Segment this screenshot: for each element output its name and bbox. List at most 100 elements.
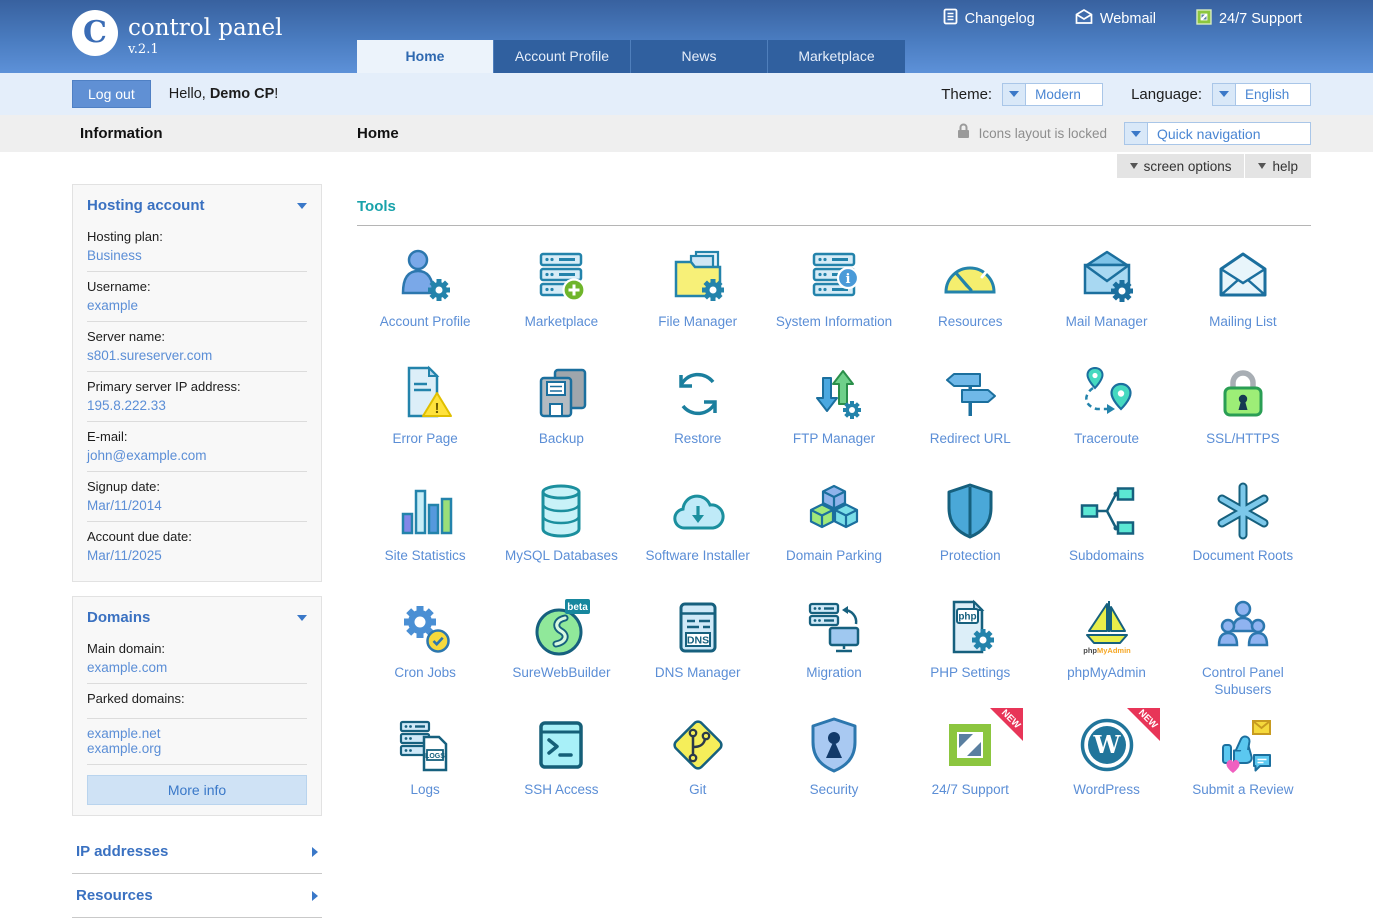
tool-wordpress[interactable]: W NEW WordPress (1038, 704, 1174, 821)
tool-domain-parking[interactable]: Domain Parking (766, 470, 902, 587)
tool-cron-jobs[interactable]: Cron Jobs (357, 587, 493, 704)
ftp-manager-icon (802, 362, 866, 426)
tool-mysql-databases[interactable]: MySQL Databases (493, 470, 629, 587)
field-parked-domains-label: Parked domains: (87, 684, 307, 719)
tool-ssh-access[interactable]: SSH Access (493, 704, 629, 821)
changelog-link[interactable]: Changelog (943, 8, 1035, 29)
cron-jobs-icon (393, 596, 457, 660)
tool-software-installer[interactable]: Software Installer (630, 470, 766, 587)
tool-ssl-https[interactable]: SSL/HTTPS (1175, 353, 1311, 470)
svg-text:!: ! (435, 400, 440, 417)
more-info-button[interactable]: More info (87, 775, 307, 805)
backup-icon (529, 362, 593, 426)
phpmyadmin-icon: phpMyAdmin (1075, 596, 1139, 660)
tool-submit-a-review[interactable]: Submit a Review (1175, 704, 1311, 821)
tool-error-page[interactable]: ! Error Page (357, 353, 493, 470)
tool-document-roots[interactable]: Document Roots (1175, 470, 1311, 587)
svg-text:W: W (1092, 730, 1121, 759)
tool-traceroute[interactable]: Traceroute (1038, 353, 1174, 470)
tool-php-settings[interactable]: php PHP Settings (902, 587, 1038, 704)
svg-text:php: php (959, 612, 977, 623)
sidebar-title: Information (0, 125, 357, 142)
tab-news[interactable]: News (631, 40, 768, 73)
redirect-url-icon (938, 362, 1002, 426)
language-label: Language: (1131, 86, 1202, 103)
field-account-due-date: Account due date: Mar/11/2025 (87, 522, 307, 571)
svg-text:phpMyAdmin: phpMyAdmin (1083, 646, 1131, 655)
welcome-bar: Log out Hello, Demo CP! Theme: Modern La… (0, 73, 1373, 115)
tool-restore[interactable]: Restore (630, 353, 766, 470)
php-settings-icon: php (938, 596, 1002, 660)
main-area: Tools Account Profile Marketplace (322, 184, 1311, 918)
domains-panel: Domains Main domain: example.com Parked … (72, 596, 322, 816)
tool-site-statistics[interactable]: Site Statistics (357, 470, 493, 587)
migration-icon (802, 596, 866, 660)
support-247-icon: NEW (938, 713, 1002, 777)
sidebar-item-ip-addresses[interactable]: IP addresses (72, 830, 322, 874)
tool-mail-manager[interactable]: Mail Manager (1038, 236, 1174, 353)
webmail-link[interactable]: Webmail (1075, 8, 1156, 29)
app-header: C control panel v.2.1 Changelog Webmail … (0, 0, 1373, 73)
chevron-down-icon (1258, 163, 1266, 169)
tab-home[interactable]: Home (357, 40, 494, 73)
tool-subdomains[interactable]: Subdomains (1038, 470, 1174, 587)
traceroute-icon (1075, 362, 1139, 426)
tool-mailing-list[interactable]: Mailing List (1175, 236, 1311, 353)
tool-backup[interactable]: Backup (493, 353, 629, 470)
tools-grid: Account Profile Marketplace File Manager… (357, 236, 1311, 821)
tab-account-profile[interactable]: Account Profile (494, 40, 631, 73)
quick-navigation-value: Quick navigation (1148, 123, 1270, 144)
tool-protection[interactable]: Protection (902, 470, 1038, 587)
screen-options-button[interactable]: screen options (1117, 154, 1245, 178)
theme-value: Modern (1026, 84, 1090, 105)
quick-navigation-select[interactable]: Quick navigation (1124, 122, 1311, 145)
tool-dns-manager[interactable]: DNS DNS Manager (630, 587, 766, 704)
system-information-icon: i (802, 245, 866, 309)
main-tabs: Home Account Profile News Marketplace (357, 40, 905, 73)
ssh-access-icon (529, 713, 593, 777)
field-main-domain: Main domain: example.com (87, 634, 307, 684)
logout-button[interactable]: Log out (72, 80, 151, 108)
security-icon (802, 713, 866, 777)
new-badge: NEW (1122, 708, 1160, 746)
tool-247-support[interactable]: NEW 24/7 Support (902, 704, 1038, 821)
domain-parking-icon (802, 479, 866, 543)
tool-resources[interactable]: Resources (902, 236, 1038, 353)
sidebar-item-resources[interactable]: Resources (72, 874, 322, 918)
language-value: English (1236, 84, 1298, 105)
options-row: screen options help (0, 152, 1373, 180)
resources-icon (938, 245, 1002, 309)
greeting-text: Hello, Demo CP! (169, 86, 279, 102)
tool-surewebbuilder[interactable]: beta SureWebBuilder (493, 587, 629, 704)
tab-marketplace[interactable]: Marketplace (768, 40, 905, 73)
tool-system-information[interactable]: i System Information (766, 236, 902, 353)
field-email: E-mail: john@example.com (87, 422, 307, 472)
help-button[interactable]: help (1245, 154, 1311, 178)
tool-control-panel-subusers[interactable]: Control Panel Subusers (1175, 587, 1311, 704)
domains-header[interactable]: Domains (87, 609, 307, 634)
tool-logs[interactable]: LOGS Logs (357, 704, 493, 821)
tools-divider (357, 225, 1311, 226)
tool-phpmyadmin[interactable]: phpMyAdmin phpMyAdmin (1038, 587, 1174, 704)
tool-git[interactable]: Git (630, 704, 766, 821)
restore-icon (666, 362, 730, 426)
tool-file-manager[interactable]: File Manager (630, 236, 766, 353)
tool-account-profile[interactable]: Account Profile (357, 236, 493, 353)
tool-migration[interactable]: Migration (766, 587, 902, 704)
header-links: Changelog Webmail 24/7 Support (943, 8, 1302, 29)
support-icon (1196, 9, 1212, 29)
envelope-icon (1075, 9, 1093, 28)
document-roots-icon (1211, 479, 1275, 543)
tool-redirect-url[interactable]: Redirect URL (902, 353, 1038, 470)
support-link[interactable]: 24/7 Support (1196, 8, 1302, 29)
account-profile-icon (393, 245, 457, 309)
theme-select[interactable]: Modern (1002, 83, 1103, 106)
field-signup-date: Signup date: Mar/11/2014 (87, 472, 307, 522)
logo-title: control panel (128, 16, 283, 41)
tool-marketplace[interactable]: Marketplace (493, 236, 629, 353)
hosting-account-header[interactable]: Hosting account (87, 197, 307, 222)
tool-ftp-manager[interactable]: FTP Manager (766, 353, 902, 470)
ssl-https-icon (1211, 362, 1275, 426)
language-select[interactable]: English (1212, 83, 1311, 106)
tool-security[interactable]: Security (766, 704, 902, 821)
